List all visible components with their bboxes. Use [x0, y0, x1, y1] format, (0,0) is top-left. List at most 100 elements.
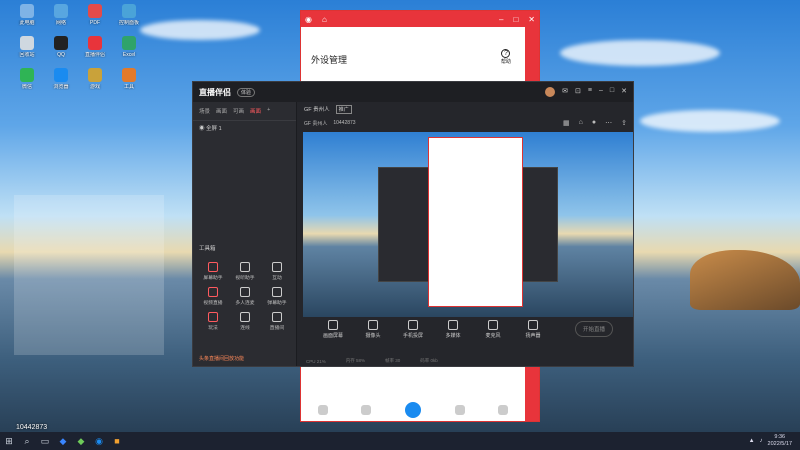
home-icon[interactable]: ⌂ — [322, 15, 327, 24]
tool-icon — [272, 312, 282, 322]
desktop-app-icon — [54, 68, 68, 82]
control-label: 麦克风 — [485, 332, 501, 339]
overlay-panel — [14, 195, 164, 355]
tab-draw[interactable]: 可画 — [233, 107, 244, 115]
tool-label: 视听助手 — [235, 276, 255, 281]
tool-button[interactable]: 互动 — [261, 262, 293, 281]
tool-label: 连线 — [240, 326, 250, 331]
gift-icon[interactable]: ⊡ — [575, 87, 581, 97]
app-live-icon[interactable]: ■ — [108, 432, 126, 450]
share-icon[interactable]: ⇪ — [621, 119, 627, 127]
network-icon[interactable]: ▲ — [749, 438, 755, 444]
tool-button[interactable]: 弹幕助手 — [261, 287, 293, 306]
control-icon — [448, 319, 458, 330]
minimize-icon[interactable]: – — [599, 87, 603, 97]
tool-icon — [272, 287, 282, 297]
app-vs-icon[interactable]: ◆ — [54, 432, 72, 450]
system-tray: ▲ ♪ 9:36 2022/5/17 — [749, 434, 800, 448]
control-label: 手机投屏 — [402, 332, 423, 339]
start-live-button[interactable]: 开始直播 — [574, 321, 613, 337]
desktop-icon[interactable]: 工具 — [108, 68, 150, 90]
record-icon[interactable]: ● — [592, 119, 596, 127]
eye-icon[interactable]: ◉ — [199, 126, 205, 132]
left-panel: 场景 画面 可画 画面 + ◉ 全屏 1 工具箱 屏幕助手 视听助手 互动 视频直播 多… — [193, 102, 297, 366]
help-icon: ? — [501, 49, 511, 58]
help-button[interactable]: ? 帮助 — [501, 49, 511, 65]
add-tab-button[interactable]: + — [267, 107, 270, 115]
nav-message-icon[interactable] — [454, 405, 465, 415]
control-button[interactable]: 麦克风 — [478, 319, 508, 339]
nav-home-icon[interactable] — [317, 405, 328, 415]
cloud — [640, 110, 780, 132]
nav-profile-icon[interactable] — [498, 405, 509, 415]
tool-button[interactable]: 视听助手 — [229, 262, 261, 281]
nav-gamepad-icon[interactable] — [404, 402, 421, 418]
control-label: 摄像头 — [365, 332, 381, 339]
overlay-id: 10442873 — [16, 424, 48, 431]
tool-label: 弹幕助手 — [267, 301, 287, 306]
desktop-app-icon — [20, 36, 34, 50]
control-button[interactable]: 摄像头 — [358, 319, 388, 339]
stream-info: GF 贵州人 推广 — [298, 102, 633, 116]
start-button[interactable]: ⊞ — [0, 432, 18, 450]
status-item: 内存 58% — [345, 358, 366, 363]
control-icon — [488, 319, 498, 330]
menu-icon[interactable]: ≡ — [588, 87, 592, 97]
task-view-icon[interactable]: ▭ — [36, 432, 54, 450]
page-title: 外设管理 — [311, 55, 348, 65]
tool-button[interactable]: 屏幕助手 — [197, 262, 229, 281]
control-icon — [528, 319, 538, 330]
tool-icon — [272, 262, 282, 272]
control-button[interactable]: 画面屏幕 — [318, 319, 348, 339]
desktop-icon-label: 控制面板 — [118, 20, 139, 26]
cloud — [140, 20, 260, 40]
tool-label: 视频直播 — [203, 301, 223, 306]
control-icon — [408, 319, 418, 330]
control-label: 多媒体 — [445, 332, 461, 339]
close-icon[interactable]: ✕ — [528, 15, 535, 24]
tool-button[interactable]: 玩法 — [197, 312, 229, 331]
status-item: 码率 0kb — [420, 358, 438, 363]
tool-button[interactable]: 连线 — [229, 312, 261, 331]
scene-item[interactable]: ◉ 全屏 1 — [193, 121, 296, 135]
tool-button[interactable]: 直播间 — [261, 312, 293, 331]
clock[interactable]: 9:36 2022/5/17 — [768, 434, 792, 448]
more-icon[interactable]: ⋯ — [605, 119, 612, 127]
avatar[interactable] — [545, 87, 556, 97]
app-game-icon[interactable]: ◆ — [72, 432, 90, 450]
maximize-icon[interactable]: □ — [513, 15, 518, 24]
volume-icon[interactable]: ♪ — [760, 438, 763, 444]
close-icon[interactable]: ✕ — [621, 87, 627, 97]
tab-screen[interactable]: 画面 — [216, 107, 227, 115]
tab-active[interactable]: 画面 — [250, 107, 261, 115]
desktop-app-icon — [88, 36, 102, 50]
app-browser-icon[interactable]: ◉ — [90, 432, 108, 450]
tool-button[interactable]: 视频直播 — [197, 287, 229, 306]
category-tag[interactable]: 推广 — [335, 104, 352, 114]
tool-icon — [208, 312, 218, 322]
desktop-icon[interactable]: Excel — [108, 36, 150, 58]
tools-grid: 屏幕助手 视听助手 互动视频直播 多人连麦 弹幕助手玩法 连线 直播间 — [197, 262, 293, 331]
desktop-icon[interactable]: 控制面板 — [108, 4, 150, 26]
lock-icon[interactable]: ⌂ — [579, 119, 583, 127]
mail-icon[interactable]: ✉ — [562, 87, 568, 97]
desktop-app-icon — [122, 68, 136, 82]
stream-preview[interactable] — [303, 132, 633, 317]
control-button[interactable]: 扬声器 — [518, 319, 548, 339]
layout-icon[interactable]: ▦ — [563, 119, 570, 127]
clock-time: 9:36 — [774, 434, 786, 440]
status-item: 帧率 30 — [385, 358, 401, 363]
maximize-icon[interactable]: □ — [610, 87, 614, 97]
nav-grid-icon[interactable] — [361, 405, 372, 415]
status-bar: CPU 21% 内存 58% 帧率 30 码率 0kb — [298, 356, 633, 366]
search-icon[interactable]: ⌕ — [18, 432, 36, 450]
desktop-icon-label: 工具 — [123, 84, 134, 90]
footer-notice[interactable]: 头条直播间回放功能 — [199, 355, 244, 362]
tool-button[interactable]: 多人连麦 — [229, 287, 261, 306]
desktop-app-icon — [20, 4, 34, 18]
control-button[interactable]: 手机投屏 — [398, 319, 428, 339]
tool-label: 多人连麦 — [235, 301, 255, 306]
minimize-icon[interactable]: – — [499, 15, 503, 24]
tab-scene[interactable]: 场景 — [199, 107, 210, 115]
control-button[interactable]: 多媒体 — [438, 319, 468, 339]
